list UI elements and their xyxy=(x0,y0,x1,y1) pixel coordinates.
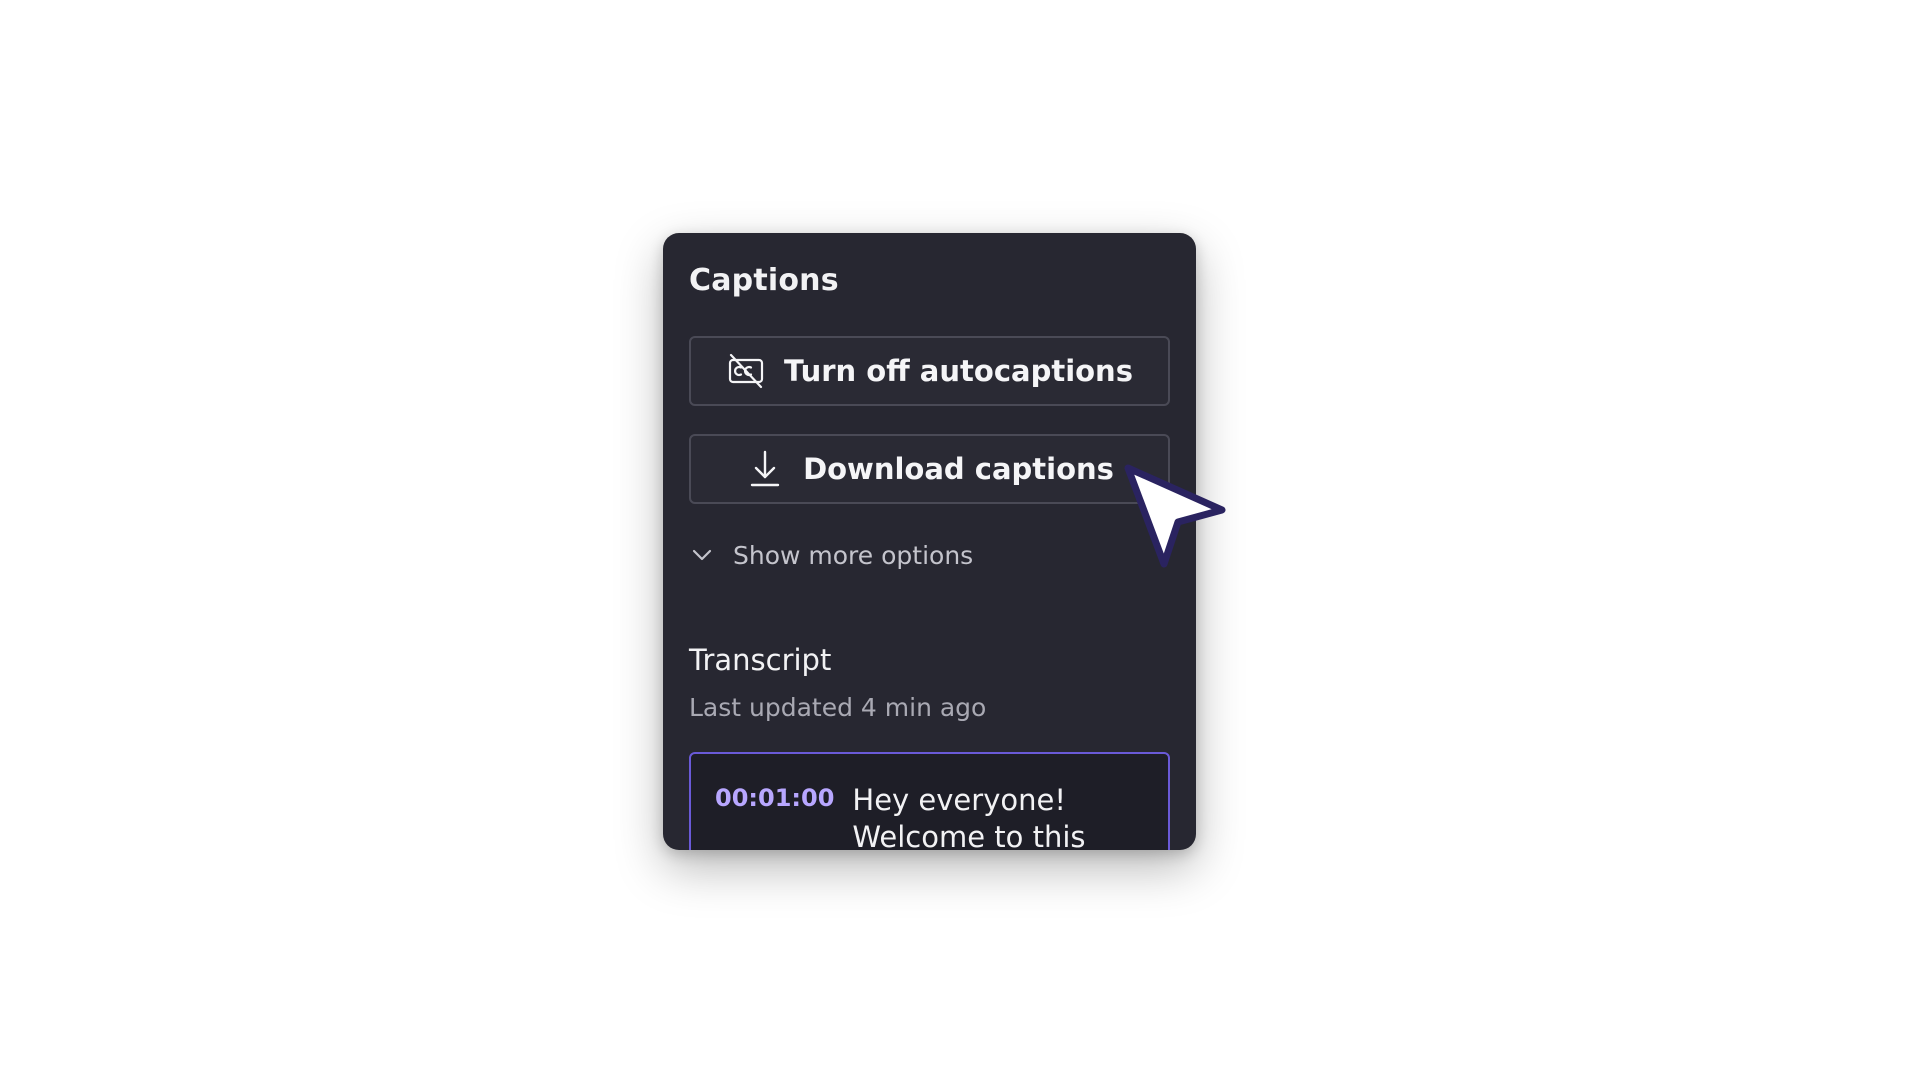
transcript-text: Hey everyone! Welcome to this xyxy=(852,783,1086,850)
show-more-options-label: Show more options xyxy=(733,540,974,570)
mouse-pointer-icon xyxy=(1124,464,1226,568)
transcript-last-updated: Last updated 4 min ago xyxy=(689,693,987,722)
panel-title: Captions xyxy=(689,263,839,298)
download-captions-label: Download captions xyxy=(803,452,1114,486)
show-more-options-toggle[interactable]: Show more options xyxy=(689,533,973,577)
transcript-entry[interactable]: 00:01:00 Hey everyone! Welcome to this xyxy=(689,752,1170,850)
captions-off-icon xyxy=(726,351,766,391)
download-icon xyxy=(745,449,785,489)
transcript-title: Transcript xyxy=(689,643,832,677)
turn-off-autocaptions-button[interactable]: Turn off autocaptions xyxy=(689,336,1170,406)
captions-panel: Captions Turn off autocaptions Download … xyxy=(663,233,1196,850)
download-captions-button[interactable]: Download captions xyxy=(689,434,1170,504)
turn-off-autocaptions-label: Turn off autocaptions xyxy=(784,354,1133,388)
chevron-down-icon xyxy=(689,542,715,568)
stage: Captions Turn off autocaptions Download … xyxy=(0,0,1920,1080)
transcript-timestamp: 00:01:00 xyxy=(715,784,835,812)
